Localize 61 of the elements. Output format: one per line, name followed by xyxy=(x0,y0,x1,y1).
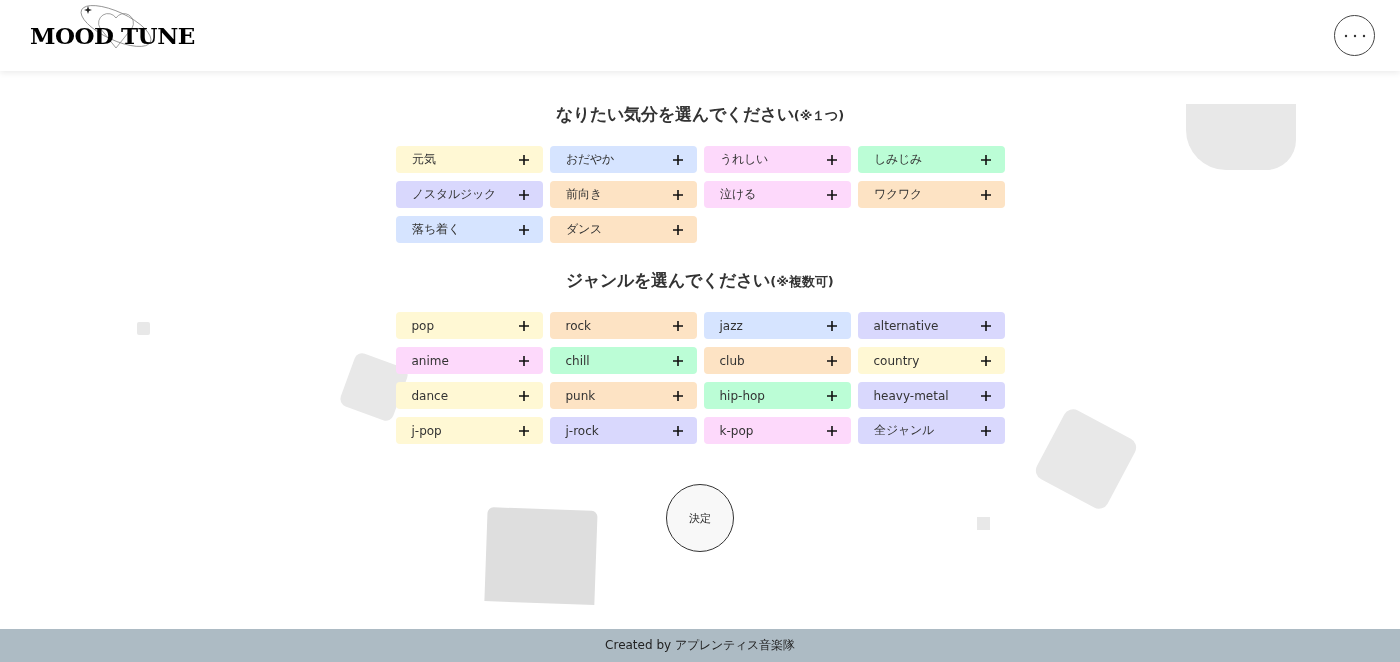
plus-icon xyxy=(826,320,837,331)
plus-icon xyxy=(518,154,529,165)
plus-icon xyxy=(672,425,683,436)
option-chip[interactable]: heavy-metal xyxy=(857,382,1005,409)
option-chip[interactable]: 元気 xyxy=(395,146,543,173)
option-chip[interactable]: j-rock xyxy=(549,417,697,444)
section-heading: ジャンルを選んでください xyxy=(566,270,771,290)
option-chip[interactable]: おだやか xyxy=(549,146,697,173)
option-chip[interactable]: anime xyxy=(395,347,543,374)
plus-icon xyxy=(980,390,991,401)
option-chip[interactable]: hip-hop xyxy=(703,382,851,409)
option-chip[interactable]: rock xyxy=(549,312,697,339)
plus-icon xyxy=(672,355,683,366)
option-chip[interactable]: club xyxy=(703,347,851,374)
option-chip[interactable]: ノスタルジック xyxy=(395,181,543,208)
plus-icon xyxy=(980,355,991,366)
option-chip[interactable]: しみじみ xyxy=(857,146,1005,173)
option-chip[interactable]: 落ち着く xyxy=(395,216,543,243)
option-chip[interactable]: jazz xyxy=(703,312,851,339)
option-chip[interactable]: 全ジャンル xyxy=(857,417,1005,444)
option-chip[interactable]: country xyxy=(857,347,1005,374)
plus-icon xyxy=(672,189,683,200)
plus-icon xyxy=(826,154,837,165)
section-note: (※１つ) xyxy=(793,108,845,123)
plus-icon xyxy=(826,355,837,366)
option-chip[interactable]: dance xyxy=(395,382,543,409)
option-chip[interactable]: うれしい xyxy=(703,146,851,173)
more-icon xyxy=(1343,33,1366,38)
plus-icon xyxy=(518,189,529,200)
plus-icon xyxy=(518,355,529,366)
section-note: (※複数可) xyxy=(770,274,834,289)
plus-icon xyxy=(518,320,529,331)
plus-icon xyxy=(672,390,683,401)
option-chip[interactable]: alternative xyxy=(857,312,1005,339)
option-chip[interactable]: punk xyxy=(549,382,697,409)
plus-icon xyxy=(672,224,683,235)
submit-button[interactable]: 決定 xyxy=(666,484,734,552)
option-chip[interactable]: ワクワク xyxy=(857,181,1005,208)
option-chip[interactable]: 前向き xyxy=(549,181,697,208)
section-heading: なりたい気分を選んでください xyxy=(555,104,794,124)
plus-icon xyxy=(826,425,837,436)
plus-icon xyxy=(980,425,991,436)
option-chip[interactable]: 泣ける xyxy=(703,181,851,208)
plus-icon xyxy=(826,390,837,401)
logo[interactable]: MOOD TUNE xyxy=(30,22,195,49)
plus-icon xyxy=(672,320,683,331)
plus-icon xyxy=(518,224,529,235)
footer-credit: Created by アプレンティス音楽隊 xyxy=(605,637,795,654)
plus-icon xyxy=(980,189,991,200)
option-chip[interactable]: ダンス xyxy=(549,216,697,243)
menu-button[interactable] xyxy=(1334,15,1375,56)
option-chip[interactable]: chill xyxy=(549,347,697,374)
plus-icon xyxy=(518,390,529,401)
plus-icon xyxy=(672,154,683,165)
plus-icon xyxy=(826,189,837,200)
plus-icon xyxy=(980,320,991,331)
option-chip[interactable]: k-pop xyxy=(703,417,851,444)
plus-icon xyxy=(518,425,529,436)
plus-icon xyxy=(980,154,991,165)
option-chip[interactable]: j-pop xyxy=(395,417,543,444)
option-chip[interactable]: pop xyxy=(395,312,543,339)
